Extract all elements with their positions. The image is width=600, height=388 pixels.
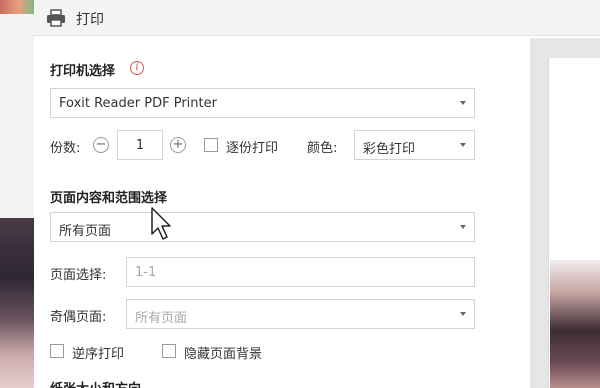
chevron-down-icon bbox=[460, 225, 466, 229]
background-thumbnail bbox=[0, 0, 34, 14]
paper-section-title: 纸张大小和方向 bbox=[50, 378, 141, 388]
printer-select[interactable]: Foxit Reader PDF Printer bbox=[50, 88, 475, 118]
odd-even-select[interactable]: 所有页面 bbox=[126, 299, 475, 329]
collate-checkbox[interactable] bbox=[204, 138, 218, 152]
hide-background-checkbox[interactable] bbox=[162, 344, 176, 358]
reverse-print-checkbox[interactable] bbox=[50, 344, 64, 358]
printer-icon bbox=[47, 9, 65, 27]
color-select[interactable]: 彩色打印 bbox=[354, 130, 475, 160]
copies-value: 1 bbox=[135, 138, 145, 153]
page-content-value: 所有页面 bbox=[59, 224, 112, 239]
page-range-placeholder: 1-1 bbox=[135, 265, 157, 280]
printer-section-title: 打印机选择 bbox=[50, 64, 116, 79]
title-bar: 打印 bbox=[34, 0, 600, 36]
decrement-button[interactable]: − bbox=[93, 137, 109, 153]
preview-image bbox=[550, 260, 600, 388]
page-select-label: 页面选择: bbox=[50, 268, 107, 283]
print-dialog: 打印 打印机选择 i Foxit Reader PDF Printer 份数: … bbox=[34, 0, 600, 388]
printer-select-value: Foxit Reader PDF Printer bbox=[59, 96, 217, 111]
chevron-down-icon bbox=[460, 312, 466, 316]
mouse-cursor-icon bbox=[151, 207, 171, 240]
range-section-title: 页面内容和范围选择 bbox=[50, 191, 168, 206]
print-preview bbox=[530, 38, 600, 388]
page-content-select[interactable]: 所有页面 bbox=[50, 212, 475, 242]
color-label: 颜色: bbox=[307, 141, 338, 156]
color-select-value: 彩色打印 bbox=[363, 142, 416, 157]
background-photo bbox=[0, 218, 34, 388]
reverse-print-label: 逆序打印 bbox=[72, 347, 125, 362]
copies-input[interactable]: 1 bbox=[117, 130, 163, 160]
odd-even-label: 奇偶页面: bbox=[50, 310, 107, 325]
hide-background-label: 隐藏页面背景 bbox=[184, 347, 263, 362]
copies-label: 份数: bbox=[50, 141, 81, 156]
chevron-down-icon bbox=[460, 143, 466, 147]
background-left bbox=[0, 0, 34, 388]
collate-label: 逐份打印 bbox=[226, 141, 279, 156]
chevron-down-icon bbox=[460, 101, 466, 105]
odd-even-value: 所有页面 bbox=[135, 311, 188, 326]
increment-button[interactable]: + bbox=[170, 137, 186, 153]
page-range-input[interactable]: 1-1 bbox=[126, 257, 475, 287]
info-icon[interactable]: i bbox=[130, 61, 144, 75]
dialog-title: 打印 bbox=[76, 12, 104, 28]
